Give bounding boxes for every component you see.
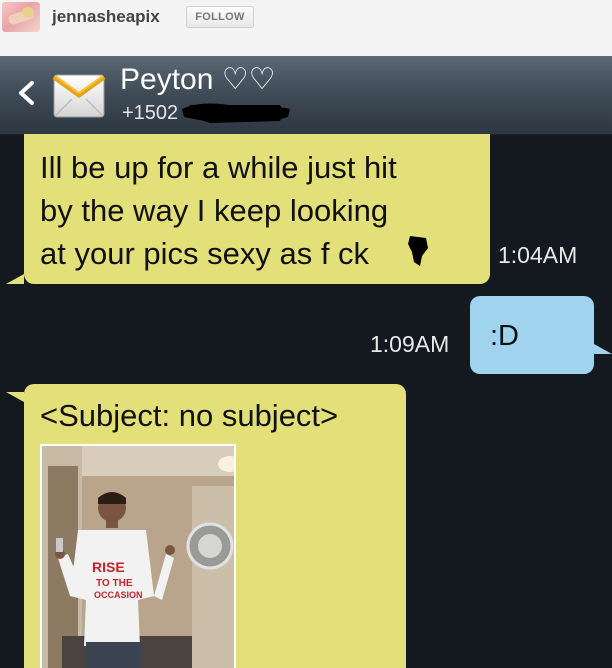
message-timestamp: 1:04AM <box>498 242 578 268</box>
avatar[interactable] <box>2 2 40 32</box>
mms-bubble-incoming[interactable]: <Subject: no subject> RISE TO THE OCCASI… <box>24 384 406 668</box>
top-bar: jennasheapix FOLLOW <box>0 0 612 56</box>
username-link[interactable]: jennasheapix <box>52 7 160 27</box>
message-timestamp: 1:09AM <box>370 331 450 357</box>
back-arrow-icon[interactable] <box>14 78 40 108</box>
contact-number: +1502 <box>122 102 179 124</box>
contact-name: Peyton ♡♡ <box>120 63 276 96</box>
svg-text:RISE: RISE <box>92 559 125 575</box>
svg-text:OCCASION: OCCASION <box>94 590 143 600</box>
svg-text:TO THE: TO THE <box>96 578 133 589</box>
message-line: Ill be up for a while just hit <box>40 150 397 185</box>
message-bubble-outgoing[interactable]: :D <box>470 296 594 374</box>
bubble-tail <box>6 274 24 284</box>
attached-photo[interactable]: RISE TO THE OCCASION <box>40 444 242 668</box>
avatar-hair <box>22 7 34 17</box>
follow-button[interactable]: FOLLOW <box>186 6 254 28</box>
redaction-scribble <box>408 236 428 266</box>
message-line: by the way I keep looking <box>40 193 389 228</box>
redaction-scribble <box>182 103 290 123</box>
photo-image: RISE TO THE OCCASION <box>42 446 242 668</box>
conversation-header: Peyton ♡♡ +1502 <box>0 56 612 135</box>
message-text: :D <box>490 320 519 352</box>
mms-subject: <Subject: no subject> <box>40 398 339 433</box>
envelope-icon <box>52 69 106 121</box>
sms-screen: Peyton ♡♡ +1502 Ill be up for a while ju… <box>0 56 612 668</box>
bubble-tail <box>6 392 24 402</box>
bubble-tail <box>594 344 612 354</box>
message-bubble-incoming[interactable]: Ill be up for a while just hit by the wa… <box>24 134 490 284</box>
